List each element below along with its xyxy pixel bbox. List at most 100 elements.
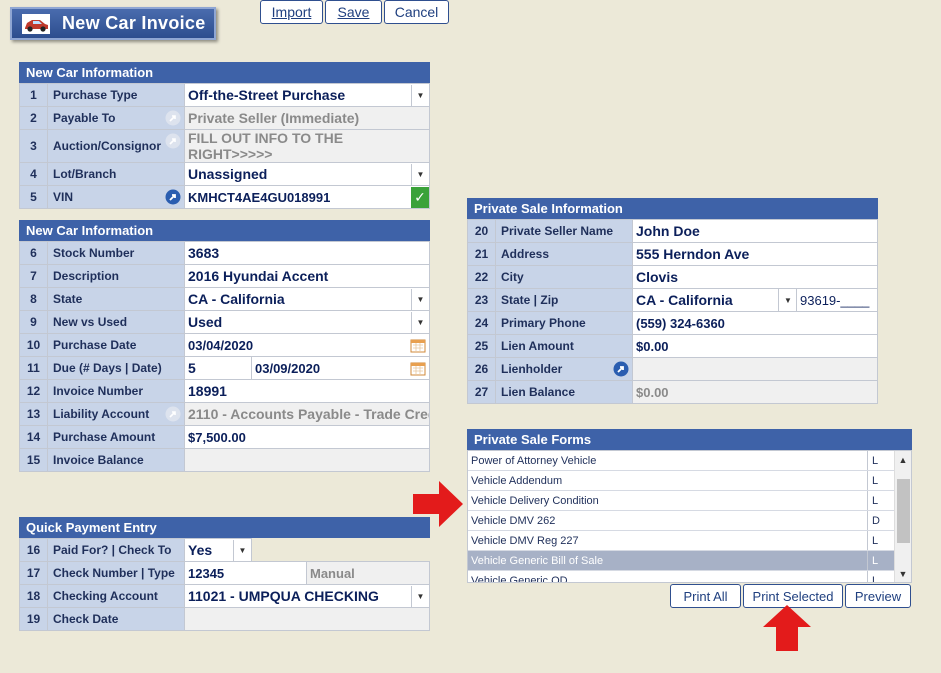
save-button[interactable]: Save xyxy=(325,0,382,24)
private-sale-panel: Private Sale Information 20 Private Sell… xyxy=(467,198,878,404)
row-stock-number: 6 Stock Number 3683 xyxy=(19,241,430,265)
page-title-badge: New Car Invoice xyxy=(10,7,216,40)
invoice-balance-field xyxy=(184,448,430,472)
row-purchase-type: 1 Purchase Type Off-the-Street Purchase ▼ xyxy=(19,83,430,107)
car-details-header: New Car Information xyxy=(19,220,430,241)
list-item[interactable]: Vehicle DMV Reg 227 L xyxy=(468,531,894,551)
forms-header: Private Sale Forms xyxy=(467,429,912,450)
chevron-down-icon[interactable]: ▼ xyxy=(779,289,797,311)
row-phone: 24 Primary Phone (559) 324-6360 xyxy=(467,311,878,335)
purchase-amount-input[interactable]: $7,500.00 xyxy=(184,425,430,449)
chevron-down-icon[interactable]: ▼ xyxy=(411,585,429,607)
list-item-selected[interactable]: Vehicle Generic Bill of Sale L xyxy=(468,551,894,571)
check-type-field: Manual xyxy=(306,561,430,585)
chevron-down-icon[interactable]: ▼ xyxy=(411,311,429,333)
seller-name-input[interactable]: John Doe xyxy=(632,219,878,243)
invoice-number-input[interactable]: 18991 xyxy=(184,379,430,403)
lien-balance-field: $0.00 xyxy=(632,380,878,404)
lookup-icon xyxy=(165,133,181,149)
car-info-header: New Car Information xyxy=(19,62,430,83)
preview-button[interactable]: Preview xyxy=(845,584,911,608)
check-icon: ✓ xyxy=(411,186,429,208)
row-lot-branch: 4 Lot/Branch Unassigned ▼ xyxy=(19,162,430,186)
forms-list[interactable]: Power of Attorney Vehicle L Vehicle Adden… xyxy=(467,450,912,583)
row-city: 22 City Clovis xyxy=(467,265,878,289)
vin-lookup-icon[interactable] xyxy=(165,189,181,205)
car-details-panel: New Car Information 6 Stock Number 3683 … xyxy=(19,220,430,472)
page-title: New Car Invoice xyxy=(62,13,206,33)
list-item[interactable]: Power of Attorney Vehicle L xyxy=(468,451,894,471)
liability-account-field: 2110 - Accounts Payable - Trade Credit xyxy=(184,402,430,426)
list-item[interactable]: Vehicle DMV 262 D xyxy=(468,511,894,531)
print-all-button[interactable]: Print All xyxy=(670,584,741,608)
row-state: 8 State CA - California ▼ xyxy=(19,287,430,311)
city-input[interactable]: Clovis xyxy=(632,265,878,289)
row-lien-balance: 27 Lien Balance $0.00 xyxy=(467,380,878,404)
quick-payment-header: Quick Payment Entry xyxy=(19,517,430,538)
row-checking-account: 18 Checking Account 11021 - UMPQUA CHECK… xyxy=(19,584,430,608)
stock-number-input[interactable]: 3683 xyxy=(184,241,430,265)
auction-consignor-field: FILL OUT INFO TO THE RIGHT>>>>> xyxy=(184,129,430,163)
row-new-vs-used: 9 New vs Used Used ▼ xyxy=(19,310,430,334)
list-item[interactable]: Vehicle Delivery Condition L xyxy=(468,491,894,511)
address-input[interactable]: 555 Herndon Ave xyxy=(632,242,878,266)
scroll-down-icon[interactable]: ▼ xyxy=(895,565,911,582)
cancel-button[interactable]: Cancel xyxy=(384,0,449,24)
lienholder-lookup-icon[interactable] xyxy=(613,361,629,377)
calendar-icon[interactable] xyxy=(410,361,426,376)
paid-for-select[interactable]: Yes ▼ xyxy=(184,538,252,562)
payable-to-field: Private Seller (Immediate) xyxy=(184,106,430,130)
quick-payment-panel: Quick Payment Entry 16 Paid For? | Check… xyxy=(19,517,430,631)
forms-scrollbar[interactable]: ▲ ▼ xyxy=(894,451,911,582)
phone-input[interactable]: (559) 324-6360 xyxy=(632,311,878,335)
lookup-icon xyxy=(165,406,181,422)
due-date-input[interactable]: 03/09/2020 xyxy=(251,356,430,380)
row-seller-name: 20 Private Seller Name John Doe xyxy=(467,219,878,243)
row-vin: 5 VIN KMHCT4AE4GU018991 ✓ xyxy=(19,185,430,209)
row-due: 11 Due (# Days | Date) 5 03/09/2020 xyxy=(19,356,430,380)
list-item[interactable]: Vehicle Generic OD L xyxy=(468,571,894,582)
lookup-icon xyxy=(165,110,181,126)
purchase-date-input[interactable]: 03/04/2020 xyxy=(184,333,430,357)
lien-amount-input[interactable]: $0.00 xyxy=(632,334,878,358)
row-address: 21 Address 555 Herndon Ave xyxy=(467,242,878,266)
row-auction: 3 Auction/Consignor FILL OUT INFO TO THE… xyxy=(19,129,430,163)
check-date-field xyxy=(184,607,430,631)
checking-account-select[interactable]: 11021 - UMPQUA CHECKING ▼ xyxy=(184,584,430,608)
description-input[interactable]: 2016 Hyundai Accent xyxy=(184,264,430,288)
chevron-down-icon[interactable]: ▼ xyxy=(411,163,429,185)
import-button[interactable]: Import xyxy=(260,0,323,24)
row-lienholder: 26 Lienholder xyxy=(467,357,878,381)
due-days-input[interactable]: 5 xyxy=(184,356,252,380)
row-payable-to: 2 Payable To Private Seller (Immediate) xyxy=(19,106,430,130)
check-number-input[interactable]: 12345 xyxy=(184,561,307,585)
seller-state-select[interactable]: CA - California xyxy=(632,288,779,312)
seller-state-dropdown[interactable]: ▼ xyxy=(778,288,797,312)
chevron-down-icon[interactable]: ▼ xyxy=(411,288,429,310)
row-purchase-amount: 14 Purchase Amount $7,500.00 xyxy=(19,425,430,449)
list-item[interactable]: Vehicle Addendum L xyxy=(468,471,894,491)
row-invoice-balance: 15 Invoice Balance xyxy=(19,448,430,472)
zip-input[interactable]: 93619-____ xyxy=(796,288,878,312)
calendar-icon[interactable] xyxy=(410,338,426,353)
row-invoice-number: 12 Invoice Number 18991 xyxy=(19,379,430,403)
lot-branch-select[interactable]: Unassigned ▼ xyxy=(184,162,430,186)
row-check-date: 19 Check Date xyxy=(19,607,430,631)
row-check-number: 17 Check Number | Type 12345 Manual xyxy=(19,561,430,585)
private-sale-header: Private Sale Information xyxy=(467,198,878,219)
purchase-type-select[interactable]: Off-the-Street Purchase ▼ xyxy=(184,83,430,107)
red-arrow-up-icon xyxy=(763,605,811,651)
private-sale-forms-panel: Private Sale Forms xyxy=(467,429,912,450)
row-purchase-date: 10 Purchase Date 03/04/2020 xyxy=(19,333,430,357)
new-vs-used-select[interactable]: Used ▼ xyxy=(184,310,430,334)
state-select[interactable]: CA - California ▼ xyxy=(184,287,430,311)
chevron-down-icon[interactable]: ▼ xyxy=(233,539,251,561)
vin-input[interactable]: KMHCT4AE4GU018991 ✓ xyxy=(184,185,430,209)
row-lien-amount: 25 Lien Amount $0.00 xyxy=(467,334,878,358)
red-arrow-right-icon xyxy=(413,481,463,527)
scroll-up-icon[interactable]: ▲ xyxy=(895,451,911,468)
scroll-thumb[interactable] xyxy=(897,479,910,543)
row-paid-for: 16 Paid For? | Check To Yes ▼ xyxy=(19,538,430,562)
car-icon xyxy=(22,13,50,34)
chevron-down-icon[interactable]: ▼ xyxy=(411,84,429,106)
